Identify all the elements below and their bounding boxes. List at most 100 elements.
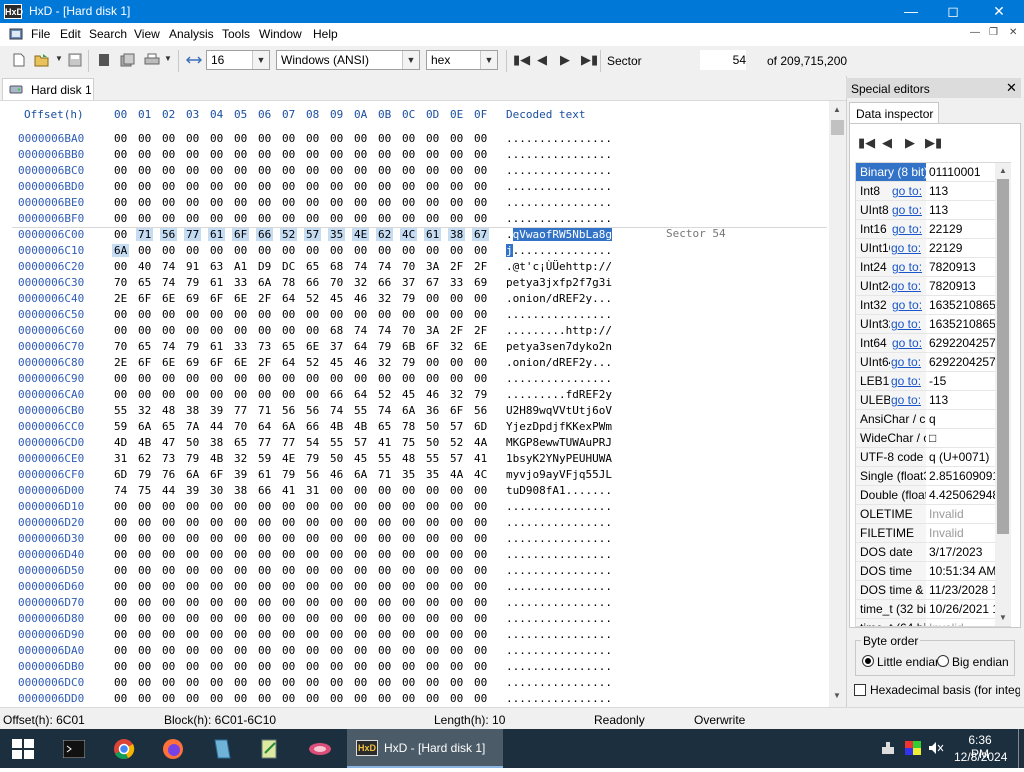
hex-byte[interactable]: 00 xyxy=(424,548,441,561)
hex-byte[interactable]: 00 xyxy=(160,212,177,225)
hex-byte[interactable]: 73 xyxy=(160,452,177,465)
decoded-text[interactable]: petya3sen7dyko2n xyxy=(506,340,612,353)
hex-byte[interactable]: 00 xyxy=(256,612,273,625)
hex-byte[interactable]: 00 xyxy=(376,596,393,609)
hex-byte[interactable]: 6E xyxy=(160,356,177,369)
hex-row[interactable]: 0000006D00 74 75 44 39 30 38 66 41 31 00 00 00 00 00 00… xyxy=(0,484,829,500)
hex-row[interactable]: 0000006C90 00 00 00 00 00 00 00 00 00 00 00 00 00 00 00… xyxy=(0,372,829,388)
hex-byte[interactable]: 00 xyxy=(160,500,177,513)
hex-byte[interactable]: 00 xyxy=(208,388,225,401)
decoded-text[interactable]: ................ xyxy=(506,660,612,673)
hex-byte[interactable]: 00 xyxy=(208,596,225,609)
hex-byte[interactable]: 00 xyxy=(232,676,249,689)
hex-byte[interactable]: 00 xyxy=(352,500,369,513)
hex-byte[interactable]: 00 xyxy=(160,628,177,641)
network-app-icon[interactable] xyxy=(303,733,337,765)
hex-byte[interactable]: 00 xyxy=(352,660,369,673)
hex-byte[interactable]: 00 xyxy=(112,212,129,225)
hex-byte[interactable]: 00 xyxy=(352,132,369,145)
menu-view[interactable]: View xyxy=(134,27,160,41)
hex-byte[interactable]: 00 xyxy=(112,612,129,625)
hex-byte[interactable]: 00 xyxy=(328,500,345,513)
hex-byte[interactable]: 00 xyxy=(352,484,369,497)
hex-byte[interactable]: 00 xyxy=(328,532,345,545)
hex-byte[interactable]: 37 xyxy=(328,340,345,353)
hex-byte[interactable]: 00 xyxy=(136,596,153,609)
decoded-text[interactable]: ................ xyxy=(506,180,612,193)
hex-byte[interactable]: 74 xyxy=(112,484,129,497)
hex-byte[interactable]: 32 xyxy=(448,340,465,353)
hex-byte[interactable]: 00 xyxy=(280,372,297,385)
hex-byte[interactable]: 00 xyxy=(184,516,201,529)
hex-byte[interactable]: 00 xyxy=(232,516,249,529)
hex-byte[interactable]: 00 xyxy=(328,628,345,641)
hex-byte[interactable]: 00 xyxy=(184,628,201,641)
inspector-value[interactable]: □ xyxy=(929,429,997,447)
hex-byte[interactable]: 00 xyxy=(112,660,129,673)
hex-byte[interactable]: 00 xyxy=(448,564,465,577)
inspector-row[interactable]: AnsiChar / char8_tq xyxy=(856,410,1010,429)
decoded-text[interactable]: ................ xyxy=(506,580,612,593)
hex-byte[interactable]: 00 xyxy=(472,500,489,513)
hex-byte[interactable]: 00 xyxy=(112,148,129,161)
hex-byte[interactable]: 00 xyxy=(472,548,489,561)
inspector-value[interactable]: 11/23/2028 1 xyxy=(929,581,997,599)
hex-row[interactable]: 0000006D50 00 00 00 00 00 00 00 00 00 00 00 00 00 00 00… xyxy=(0,564,829,580)
decoded-text[interactable]: ................ xyxy=(506,164,612,177)
hex-byte[interactable]: 00 xyxy=(424,580,441,593)
close-file-icon[interactable] xyxy=(97,53,111,67)
inspector-value[interactable]: 1635210865 xyxy=(929,296,997,314)
hex-byte[interactable]: 00 xyxy=(424,692,441,705)
hex-byte[interactable]: 00 xyxy=(304,580,321,593)
hex-byte[interactable]: 00 xyxy=(304,564,321,577)
hex-byte[interactable]: 38 xyxy=(448,228,466,241)
hex-byte[interactable]: 00 xyxy=(160,692,177,705)
hex-byte[interactable]: 2F xyxy=(472,324,489,337)
decoded-text[interactable]: ................ xyxy=(506,372,612,385)
hex-byte[interactable]: 00 xyxy=(184,372,201,385)
save-icon[interactable] xyxy=(68,53,82,67)
hex-byte[interactable]: 00 xyxy=(448,676,465,689)
hex-byte[interactable]: 00 xyxy=(304,164,321,177)
hex-byte[interactable]: 2F xyxy=(256,356,273,369)
hex-byte[interactable]: 56 xyxy=(280,404,297,417)
hex-byte[interactable]: 00 xyxy=(184,244,201,257)
hex-byte[interactable]: 00 xyxy=(304,244,321,257)
hex-byte[interactable]: 00 xyxy=(304,132,321,145)
hex-byte[interactable]: 00 xyxy=(208,564,225,577)
decoded-text[interactable]: ................ xyxy=(506,564,612,577)
inspector-row[interactable]: Binary (8 bit) 01110001 xyxy=(856,163,1010,182)
terminal-icon[interactable] xyxy=(57,733,91,765)
hex-byte[interactable]: 00 xyxy=(376,308,393,321)
hex-row[interactable]: 0000006DA0 00 00 00 00 00 00 00 00 00 00 00 00 00 00 00… xyxy=(0,644,829,660)
hex-byte[interactable]: 46 xyxy=(352,292,369,305)
hex-byte[interactable]: 00 xyxy=(280,500,297,513)
hex-byte[interactable]: 46 xyxy=(352,356,369,369)
inspector-scrollbar[interactable]: ▲ ▼ xyxy=(995,163,1011,626)
hex-byte[interactable]: 00 xyxy=(280,164,297,177)
hex-byte[interactable]: 00 xyxy=(280,180,297,193)
hex-byte[interactable]: 79 xyxy=(376,340,393,353)
inspector-value[interactable]: 62922042579 xyxy=(929,353,997,371)
hex-byte[interactable]: 00 xyxy=(448,532,465,545)
hex-byte[interactable]: 00 xyxy=(112,164,129,177)
hex-byte[interactable]: 6F xyxy=(208,468,225,481)
hex-byte[interactable]: 45 xyxy=(328,292,345,305)
hex-byte[interactable]: 00 xyxy=(376,612,393,625)
hex-byte[interactable]: 00 xyxy=(136,676,153,689)
tray-volume-muted-icon[interactable] xyxy=(928,741,944,758)
hex-byte[interactable]: A1 xyxy=(232,260,249,273)
hex-byte[interactable]: 00 xyxy=(136,660,153,673)
hex-byte[interactable]: 00 xyxy=(208,148,225,161)
hex-byte[interactable]: 00 xyxy=(400,676,417,689)
hex-byte[interactable]: 00 xyxy=(136,244,153,257)
hex-byte[interactable]: 00 xyxy=(424,564,441,577)
hex-byte[interactable]: 69 xyxy=(184,356,201,369)
hex-row[interactable]: 0000006C40 2E 6F 6E 69 6F 6E 2F 64 52 45 46 32 79 00 00… xyxy=(0,292,829,308)
hex-byte[interactable]: 00 xyxy=(328,564,345,577)
hex-byte[interactable]: 6F xyxy=(136,292,153,305)
hex-byte[interactable]: 00 xyxy=(208,180,225,193)
hex-byte[interactable]: 66 xyxy=(256,484,273,497)
hex-byte[interactable]: 50 xyxy=(424,436,441,449)
hex-byte[interactable]: 00 xyxy=(352,564,369,577)
